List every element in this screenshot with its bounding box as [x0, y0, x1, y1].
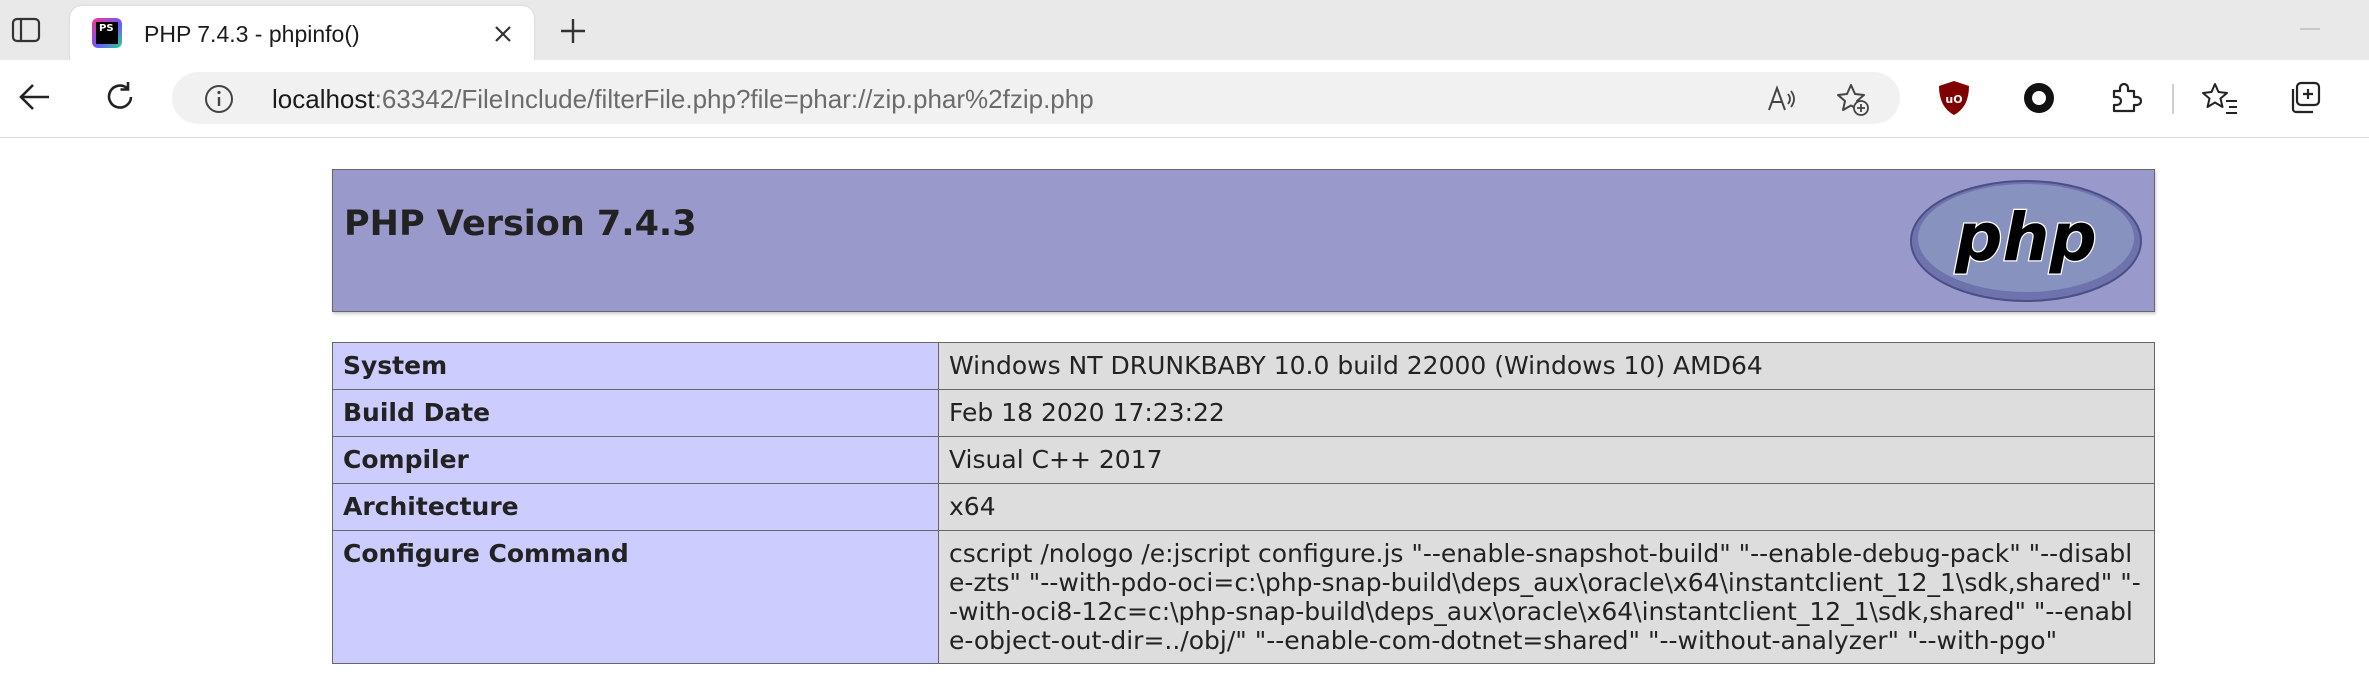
new-tab-button[interactable]: [556, 14, 590, 48]
minimize-button[interactable]: [2300, 28, 2320, 30]
address-bar[interactable]: localhost:63342/FileInclude/filterFile.p…: [172, 72, 1900, 124]
tab-title: PHP 7.4.3 - phpinfo(): [144, 21, 360, 47]
back-button[interactable]: [14, 77, 54, 117]
collections-icon[interactable]: [2286, 78, 2326, 118]
table-row: Architecture x64: [332, 483, 2155, 531]
row-value: cscript /nologo /e:jscript configure.js …: [938, 530, 2155, 664]
url-path: :63342/FileInclude/filterFile.php?file=p…: [374, 84, 1094, 114]
row-value: Feb 18 2020 17:23:22: [938, 389, 2155, 437]
table-row: Configure Command cscript /nologo /e:jscr…: [332, 530, 2155, 664]
table-row: Build Date Feb 18 2020 17:23:22: [332, 389, 2155, 437]
read-aloud-icon[interactable]: [1766, 82, 1800, 116]
row-value: Windows NT DRUNKBABY 10.0 build 22000 (W…: [938, 342, 2155, 390]
toolbar-divider: [2172, 84, 2174, 114]
svg-text:php: php: [1954, 199, 2096, 276]
tab-actions-icon[interactable]: [8, 14, 44, 46]
extensions-icon[interactable]: [2105, 78, 2145, 118]
php-version-header: PHP Version 7.4.3 php: [332, 169, 2155, 312]
php-logo[interactable]: php: [1908, 178, 2144, 304]
refresh-icon: [107, 82, 133, 109]
php-info-table: System Windows NT DRUNKBABY 10.0 build 22…: [332, 342, 2155, 664]
svg-text:uO: uO: [1945, 93, 1962, 106]
page-title: PHP Version 7.4.3: [344, 204, 697, 244]
url-text[interactable]: localhost:63342/FileInclude/filterFile.p…: [272, 84, 1094, 115]
circle-extension-icon[interactable]: [2019, 78, 2059, 118]
active-tab[interactable]: PS PHP 7.4.3 - phpinfo(): [70, 6, 534, 60]
browser-toolbar: localhost:63342/FileInclude/filterFile.p…: [0, 60, 2369, 138]
row-label: System: [332, 342, 939, 390]
table-row: Compiler Visual C++ 2017: [332, 436, 2155, 484]
back-icon: [19, 84, 49, 110]
close-icon[interactable]: [488, 19, 518, 49]
tab-strip: PS PHP 7.4.3 - phpinfo(): [0, 0, 2369, 60]
row-value: x64: [938, 483, 2155, 531]
favorites-icon[interactable]: [2200, 78, 2240, 118]
ublock-icon[interactable]: uO: [1934, 78, 1974, 118]
info-rows: System Windows NT DRUNKBABY 10.0 build 22…: [332, 342, 2155, 664]
add-favorite-icon[interactable]: [1836, 82, 1870, 116]
row-label: Compiler: [332, 436, 939, 484]
info-icon[interactable]: [204, 84, 234, 114]
table-row: System Windows NT DRUNKBABY 10.0 build 22…: [332, 342, 2155, 390]
plus-icon: [561, 19, 585, 43]
phpstorm-favicon-icon: PS: [92, 18, 122, 48]
url-host: localhost: [272, 84, 375, 114]
refresh-button[interactable]: [100, 77, 140, 117]
row-label: Architecture: [332, 483, 939, 531]
row-label: Build Date: [332, 389, 939, 437]
page-content: PHP Version 7.4.3 php System Windows NT D…: [0, 139, 2369, 673]
row-value: Visual C++ 2017: [938, 436, 2155, 484]
row-label: Configure Command: [332, 530, 939, 664]
